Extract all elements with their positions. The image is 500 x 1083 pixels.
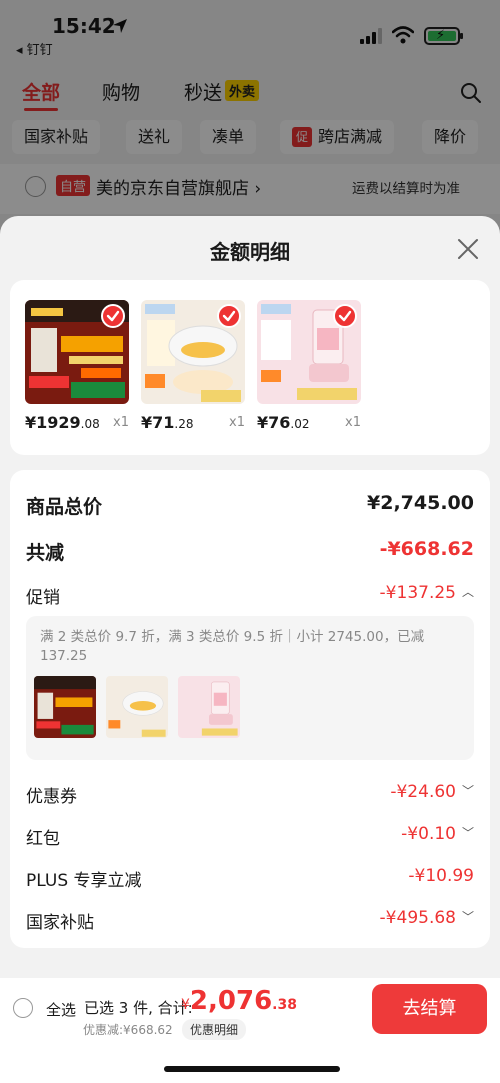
coupon-toggle[interactable]: -¥24.60 ﹀ (390, 782, 474, 802)
checkout-button[interactable]: 去结算 (372, 984, 487, 1034)
coupon-label: 优惠券 (26, 787, 77, 807)
plus-discount-label: PLUS 专享立减 (26, 871, 142, 891)
product-image-egg-steamer (141, 300, 245, 404)
home-indicator (164, 1066, 340, 1072)
product-image-water-heater (25, 300, 129, 404)
product-qty: x1 (113, 415, 129, 430)
coupon-value: -¥24.60 (390, 782, 456, 802)
national-subsidy-value: -¥495.68 (379, 908, 456, 928)
goods-total-label: 商品总价 (26, 496, 103, 518)
check-icon (333, 304, 357, 328)
selected-count: 已选 3 件, 合计: (84, 999, 193, 1017)
promo-thumb-blender (178, 676, 240, 738)
product-qty: x1 (229, 415, 245, 430)
discount-summary: 优惠减:¥668.62 (83, 1023, 173, 1037)
price-dec: .28 (174, 417, 194, 431)
national-subsidy-toggle[interactable]: -¥495.68 ﹀ (380, 908, 474, 928)
total-int: 2,076 (189, 986, 273, 1016)
select-all-radio[interactable] (13, 998, 33, 1018)
amount-detail-sheet: 金额明细 ¥1929.08 x1 ¥71.28 x1 ¥76.02 x1 商品总… (0, 216, 500, 1083)
chevron-down-icon: ﹀ (461, 784, 474, 798)
promo-thumb-water-heater (34, 676, 96, 738)
amount-breakdown-card: 商品总价 ¥2,745.00 共减 -¥668.62 促销 -¥137.25 ︿ … (10, 470, 490, 948)
price-dec: .08 (80, 417, 100, 431)
currency-symbol: ¥ (181, 997, 190, 1013)
promotion-value: -¥137.25 (379, 583, 456, 603)
select-all-label[interactable]: 全选 (46, 999, 76, 1020)
price-int: ¥1929 (25, 413, 81, 432)
national-subsidy-label: 国家补贴 (26, 913, 94, 933)
product-price: ¥1929.08 (25, 413, 100, 432)
total-reduction-label: 共减 (26, 542, 65, 564)
checkout-bar: 全选 已选 3 件, 合计: ¥2,076.38 优惠减:¥668.62 优惠明… (0, 978, 500, 1083)
price-int: ¥76 (257, 413, 291, 432)
promo-thumb-egg-steamer (106, 676, 168, 738)
product-price: ¥76.02 (257, 413, 310, 432)
chevron-up-icon: ︿ (461, 585, 474, 599)
goods-total-value: ¥2,745.00 (367, 492, 474, 514)
promotion-toggle[interactable]: -¥137.25 ︿ (380, 583, 474, 603)
product-image-blender (257, 300, 361, 404)
total-amount: ¥2,076.38 (181, 986, 297, 1016)
price-int: ¥71 (141, 413, 175, 432)
red-packet-label: 红包 (26, 829, 60, 849)
check-icon (217, 304, 241, 328)
close-icon[interactable] (455, 236, 481, 262)
promotion-detail-box: 满 2 类总价 9.7 折，满 3 类总价 9.5 折｜小计 2745.00，已… (26, 616, 474, 760)
discount-detail-link[interactable]: 优惠明细 (182, 1019, 247, 1040)
price-dec: .02 (290, 417, 310, 431)
red-packet-value: -¥0.10 (401, 824, 456, 844)
total-reduction-value: -¥668.62 (379, 538, 474, 560)
chevron-down-icon: ﹀ (461, 826, 474, 840)
red-packet-toggle[interactable]: -¥0.10 ﹀ (401, 824, 474, 844)
check-icon (101, 304, 125, 328)
chevron-down-icon: ﹀ (461, 910, 474, 924)
plus-discount-value: -¥10.99 (408, 866, 474, 886)
promotion-rule-text: 满 2 类总价 9.7 折，满 3 类总价 9.5 折｜小计 2745.00，已… (40, 629, 425, 664)
product-qty: x1 (345, 415, 361, 430)
product-price: ¥71.28 (141, 413, 194, 432)
total-dec: .38 (272, 997, 297, 1013)
promotion-label: 促销 (26, 588, 60, 608)
sheet-title: 金额明细 (210, 240, 290, 264)
product-list-card: ¥1929.08 x1 ¥71.28 x1 ¥76.02 x1 (10, 280, 490, 455)
